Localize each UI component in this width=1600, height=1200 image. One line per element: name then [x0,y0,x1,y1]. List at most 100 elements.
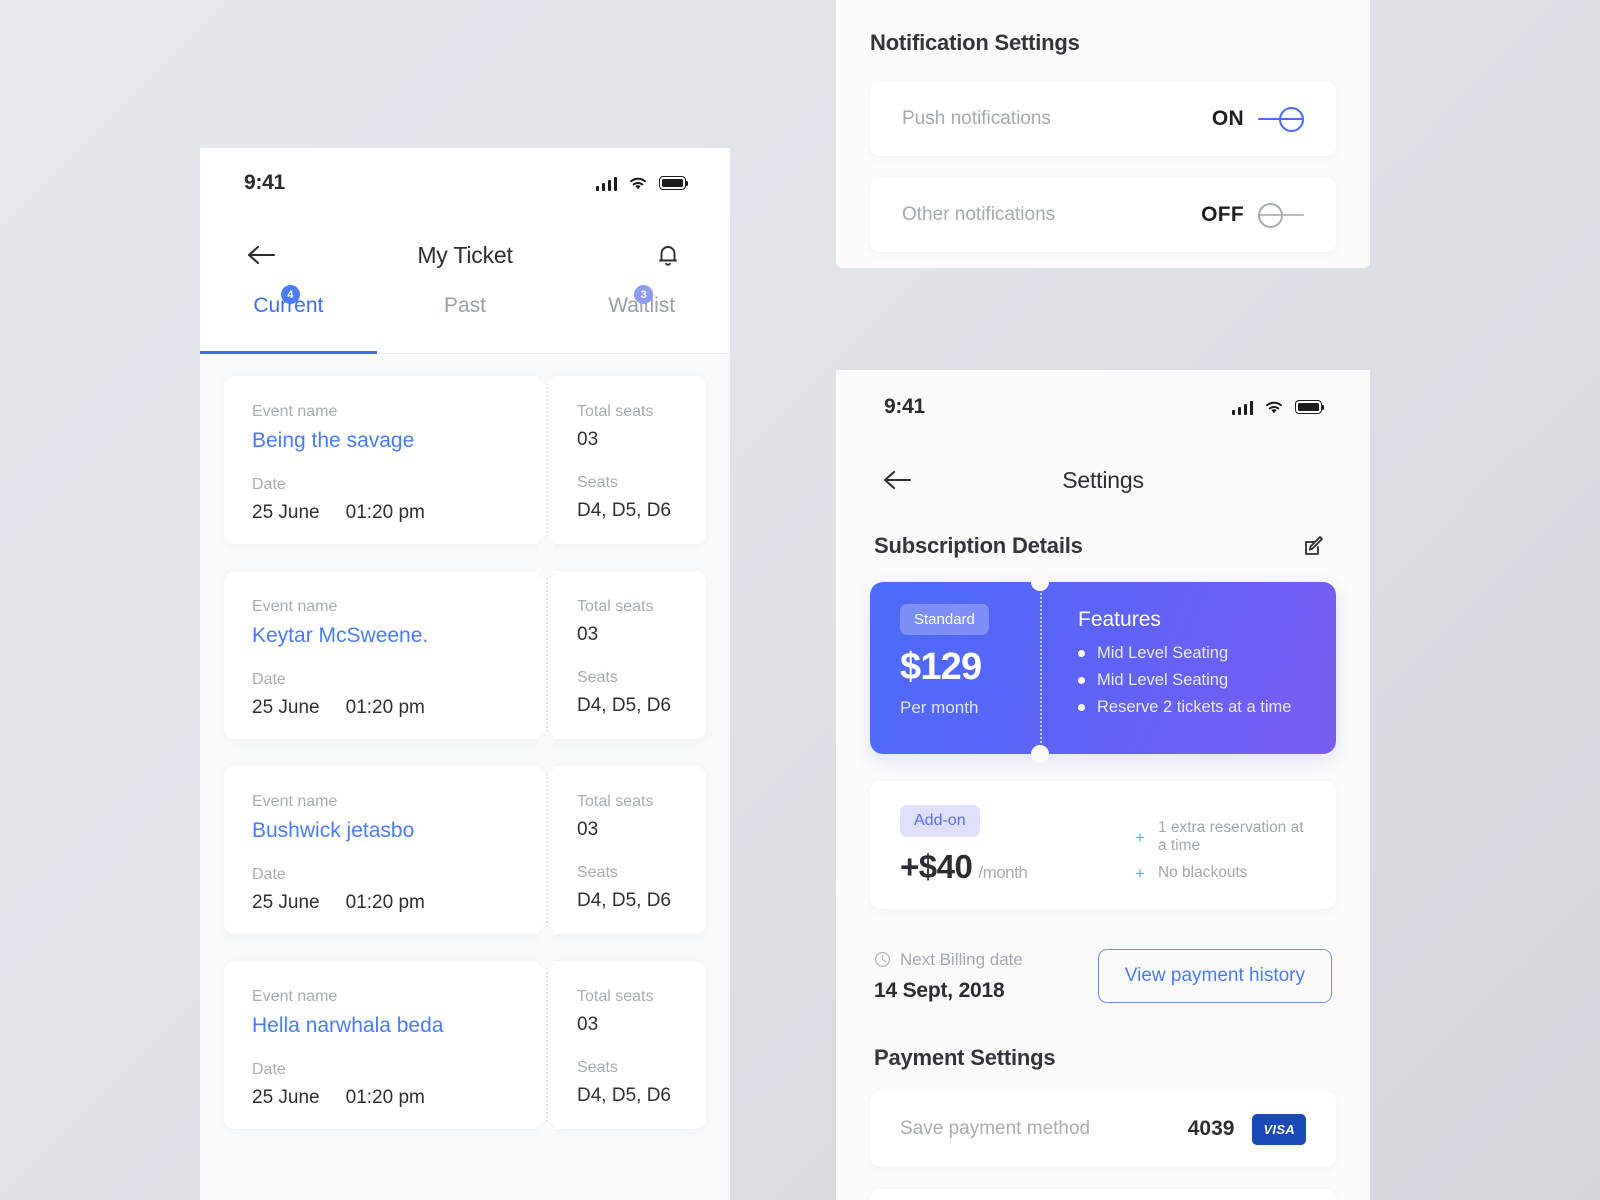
ticket-notch-bottom [537,731,555,748]
other-notifications-row[interactable]: Other notifications OFF [870,178,1336,252]
ticket-notch-top [537,562,555,579]
ticket-perforation [546,571,548,739]
notification-settings-heading: Notification Settings [870,30,1080,55]
seats-value: D4, D5, D6 [577,1085,671,1106]
arrow-left-icon [883,470,912,490]
bell-icon [659,246,677,266]
other-notifications-state: OFF [1201,203,1244,226]
notification-settings-panel: Notification Settings Push notifications… [836,0,1370,268]
table-row[interactable]: Event name Hella narwhala beda Date 25 J… [224,952,706,1138]
subscription-heading: Subscription Details [874,533,1083,558]
event-name-value[interactable]: Bushwick jetasbo [252,819,546,843]
total-seats-label: Total seats [577,598,654,615]
event-name-label: Event name [252,988,338,1005]
date-value: 25 June [252,502,320,523]
wifi-icon [1266,401,1282,413]
notifications-button[interactable] [650,237,686,273]
list-item: + No blackouts [1135,864,1306,882]
bullet-icon [1078,677,1085,684]
page-title: My Ticket [417,241,513,268]
tab-past[interactable]: Past [377,292,554,353]
plan-period: Per month [900,698,979,717]
payment-row-partial[interactable] [870,1189,1336,1200]
arrow-left-icon [247,245,276,265]
event-name-value[interactable]: Keytar McSweene. [252,624,546,648]
date-value: 25 June [252,697,320,718]
time-value: 01:20 pm [345,697,425,718]
table-row[interactable]: Event name Being the savage Date 25 June… [224,367,706,553]
battery-icon [1295,400,1325,414]
time-value: 01:20 pm [345,502,425,523]
payment-settings-heading: Payment Settings [874,1045,1056,1070]
list-item: Reserve 2 tickets at a time [1078,698,1336,717]
time-value: 01:20 pm [345,1087,425,1108]
ticket-perforation [546,766,548,934]
date-label: Date [252,866,286,883]
event-name-label: Event name [252,793,338,810]
other-notifications-label: Other notifications [902,204,1056,225]
event-name-value[interactable]: Being the savage [252,429,546,453]
save-payment-method-label: Save payment method [900,1118,1091,1139]
billing-section: Next Billing date 14 Sept, 2018 View pay… [836,909,1370,1003]
ticket-notch-bottom [537,536,555,553]
ticket-notch-bottom [537,1121,555,1138]
date-label: Date [252,476,286,493]
date-label: Date [252,1061,286,1078]
save-payment-method-row[interactable]: Save payment method 4039 VISA [870,1091,1336,1167]
plus-icon: + [1135,827,1145,847]
addon-card[interactable]: Add-on +$40/month + 1 extra reservation … [870,781,1336,909]
addon-benefit-label: 1 extra reservation at a time [1157,819,1304,854]
settings-screen: 9:41 Settings Subscription Details Stand… [836,370,1370,1200]
toggle-knob [1279,106,1304,132]
toggle-knob [1258,202,1283,228]
seats-label: Seats [577,1059,618,1076]
subscription-plan-card[interactable]: Standard $129 Per month Features Mid Lev… [870,573,1336,763]
status-bar: 9:41 [836,370,1370,444]
event-name-label: Event name [252,598,338,615]
feature-label: Reserve 2 tickets at a time [1097,698,1292,716]
total-seats-value: 03 [577,819,599,840]
page-title: Settings [1062,466,1144,493]
next-billing-label: Next Billing date [900,949,1023,969]
table-row[interactable]: Event name Keytar McSweene. Date 25 June… [224,562,706,748]
settings-navbar: Settings [836,444,1370,516]
ticket-navbar: My Ticket [200,218,730,292]
subscription-section-header: Subscription Details [836,516,1370,564]
date-value: 25 June [252,892,320,913]
plus-icon: + [1135,863,1145,883]
push-notifications-row[interactable]: Push notifications ON [870,82,1336,156]
addon-price-value: +$40 [900,848,973,885]
back-button[interactable] [244,237,280,273]
view-payment-history-button[interactable]: View payment history [1097,949,1332,1003]
other-notifications-toggle[interactable] [1258,202,1304,228]
signal-icon [595,176,617,191]
next-billing-date: 14 Sept, 2018 [874,978,1005,1002]
seats-value: D4, D5, D6 [577,695,671,716]
status-bar: 9:41 [200,148,730,218]
features-title: Features [1078,608,1161,631]
status-bar-clock: 9:41 [884,395,925,418]
plan-notch-bottom [1031,745,1049,763]
seats-label: Seats [577,474,618,491]
event-name-value[interactable]: Hella narwhala beda [252,1014,546,1038]
visa-icon: VISA [1252,1113,1306,1145]
push-notifications-toggle[interactable] [1258,106,1304,132]
plan-price: $129 [900,646,982,688]
list-item: Mid Level Seating [1078,671,1336,690]
seats-value: D4, D5, D6 [577,500,671,521]
back-button[interactable] [880,462,916,498]
table-row[interactable]: Event name Bushwick jetasbo Date 25 June… [224,757,706,943]
wifi-icon [630,177,646,189]
bullet-icon [1078,704,1085,711]
addon-price: +$40/month [900,848,1135,886]
seats-label: Seats [577,864,618,881]
edit-subscription-button[interactable] [1296,528,1332,564]
navbar-spacer [1290,462,1326,498]
plan-tier-badge: Standard [900,604,989,635]
edit-icon [1305,536,1323,555]
addon-benefit-label: No blackouts [1157,864,1248,881]
tab-waitlist[interactable]: Waitlist 3 [553,285,730,353]
tab-current[interactable]: Current 4 [200,285,377,353]
tab-current-badge: 4 [280,285,300,304]
tab-past-label: Past [443,294,487,317]
